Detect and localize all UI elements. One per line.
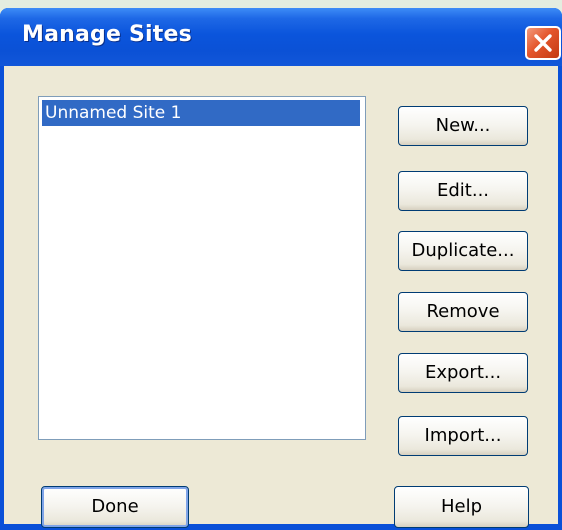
close-icon (534, 34, 552, 52)
title-bar[interactable]: Manage Sites (0, 8, 562, 66)
manage-sites-dialog: Manage Sites Unnamed Site 1 New... Edit.… (0, 8, 562, 530)
close-button[interactable] (525, 26, 561, 60)
help-button[interactable]: Help (394, 486, 529, 528)
edit-button[interactable]: Edit... (398, 171, 528, 211)
site-list-item[interactable]: Unnamed Site 1 (42, 100, 360, 126)
site-list[interactable]: Unnamed Site 1 (38, 96, 366, 440)
done-button[interactable]: Done (41, 486, 189, 528)
dialog-body: Unnamed Site 1 New... Edit... Duplicate.… (4, 66, 558, 528)
dialog-title: Manage Sites (22, 22, 192, 47)
remove-button[interactable]: Remove (398, 292, 528, 332)
duplicate-button[interactable]: Duplicate... (398, 231, 528, 271)
new-button[interactable]: New... (398, 106, 528, 146)
import-button[interactable]: Import... (398, 416, 528, 456)
desktop: Manage Sites Unnamed Site 1 New... Edit.… (0, 0, 562, 530)
export-button[interactable]: Export... (398, 353, 528, 393)
